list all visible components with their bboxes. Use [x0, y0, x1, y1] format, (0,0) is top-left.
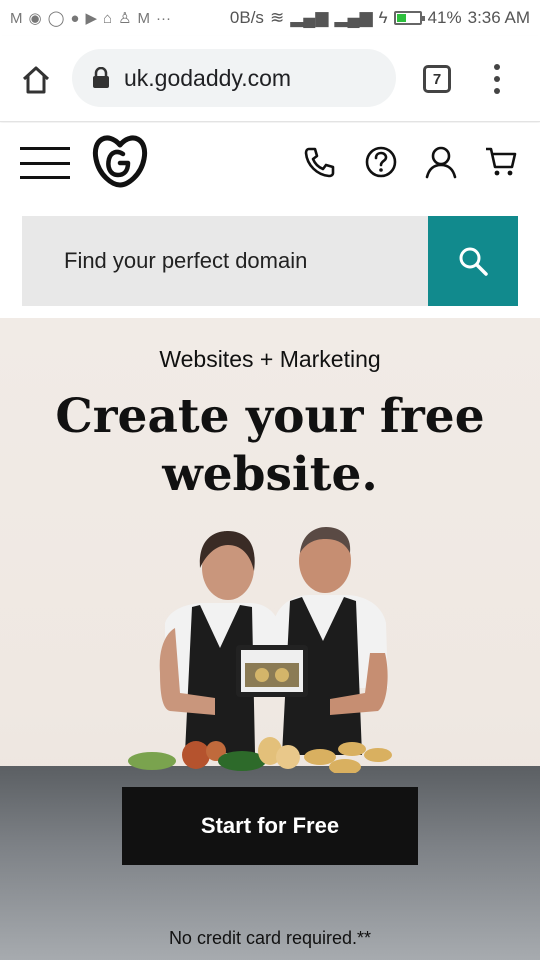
- tab-switcher-button[interactable]: 7: [423, 65, 451, 93]
- hero-eyebrow: Websites + Marketing: [159, 346, 381, 372]
- search-icon: [459, 247, 488, 276]
- domain-search-input[interactable]: Find your perfect domain: [22, 216, 428, 306]
- chat-bubble-icon: ◯: [47, 10, 65, 27]
- network-speed: 0B/s: [229, 8, 264, 27]
- url-text: uk.godaddy.com: [124, 64, 292, 91]
- shirt-icon: ⌂: [103, 9, 113, 27]
- lock-icon: [93, 67, 109, 88]
- help-icon[interactable]: [364, 145, 398, 179]
- account-icon[interactable]: [424, 145, 458, 179]
- hero-section: Websites + Marketing Create your free we…: [0, 318, 540, 960]
- dot-icon: [494, 88, 500, 94]
- youtube-icon: ▶: [85, 10, 97, 27]
- charging-icon: ϟ: [378, 8, 388, 27]
- menu-icon[interactable]: [20, 147, 70, 179]
- no-credit-card-note: No credit card required.**: [168, 928, 372, 948]
- status-bar: M ◉ ◯ ● ▶ ⌂ ♙ M ··· 0B/s ≋ ▂▄▆ ▂▄▆ ϟ 41%…: [0, 0, 540, 36]
- phone-icon[interactable]: [302, 145, 336, 179]
- home-button[interactable]: [18, 62, 54, 98]
- gmail-icon: M: [137, 9, 151, 27]
- start-for-free-button[interactable]: Start for Free: [122, 787, 418, 865]
- godaddy-logo[interactable]: [90, 133, 150, 191]
- hero-image-bakers: [128, 527, 392, 773]
- battery-icon: [393, 11, 425, 25]
- facebook-icon: ●: [70, 9, 80, 27]
- home-icon: [22, 66, 50, 94]
- notification-icons: M ◉ ◯ ● ▶ ⌂ ♙ M ···: [10, 9, 172, 28]
- person-icon: ♙: [118, 10, 132, 27]
- dot-icon: [494, 76, 500, 82]
- cart-icon[interactable]: [484, 145, 518, 179]
- url-bar[interactable]: uk.godaddy.com: [72, 49, 396, 107]
- browser-toolbar: uk.godaddy.com 7: [0, 36, 540, 122]
- site-header: [0, 123, 540, 211]
- signal-icon: ▂▄▆: [290, 8, 329, 27]
- domain-search-button[interactable]: [428, 216, 518, 306]
- dot-icon: [494, 64, 500, 70]
- browser-menu-button[interactable]: [492, 64, 502, 94]
- system-status: 0B/s ≋ ▂▄▆ ▂▄▆ ϟ 41% 3:36 AM: [230, 8, 530, 28]
- clock: 3:36 AM: [467, 8, 530, 27]
- wifi-icon: ≋: [269, 8, 285, 27]
- telegram-icon: ◉: [28, 10, 42, 27]
- signal-icon-2: ▂▄▆: [334, 8, 373, 27]
- battery-percent: 41%: [427, 8, 462, 27]
- hero-headline: Create your free website.: [55, 389, 485, 502]
- gmail-icon: M: [10, 9, 23, 27]
- more-dots-icon: ···: [156, 9, 172, 27]
